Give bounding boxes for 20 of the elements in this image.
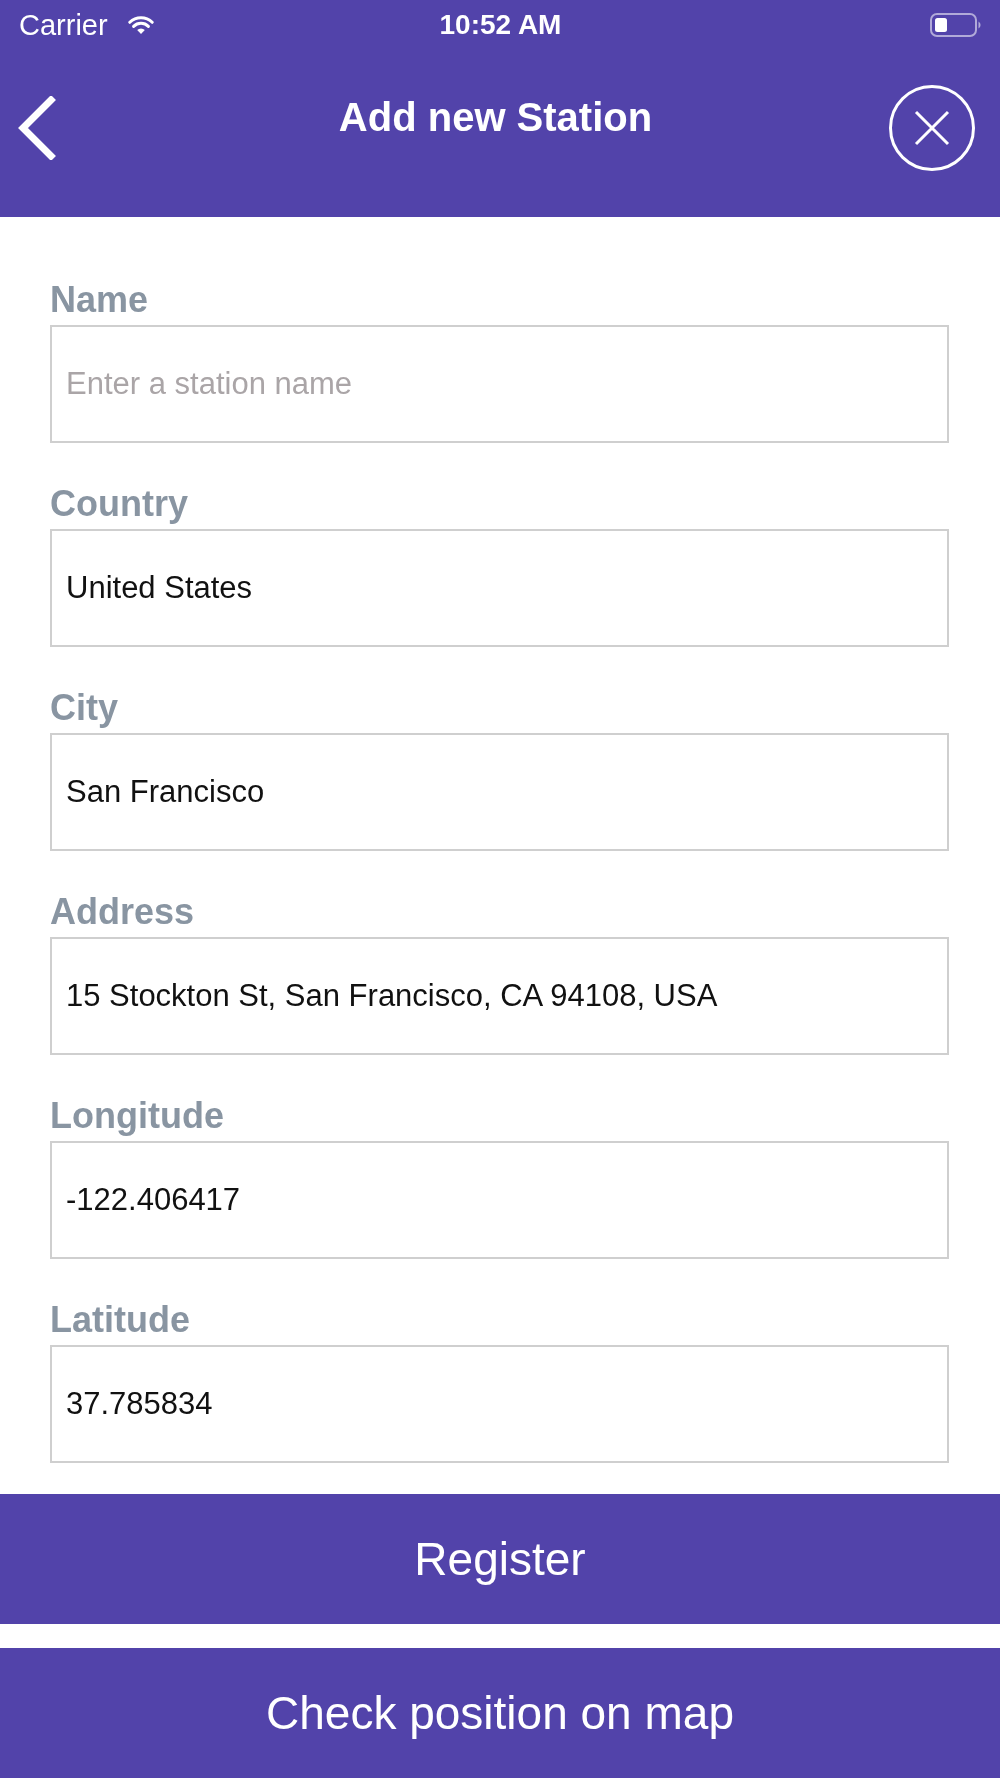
field-label: Latitude <box>50 1303 190 1337</box>
text-field[interactable]: 15 Stockton St, San Francisco, CA 94108, USA <box>50 937 949 1055</box>
battery-icon <box>930 13 982 37</box>
screen-title: Add new Station <box>338 94 653 141</box>
carrier-label: Carrier <box>19 8 108 42</box>
field-label: Name <box>50 283 149 317</box>
field-label: Address <box>50 895 195 929</box>
text-field[interactable]: United States <box>50 529 949 647</box>
close-icon <box>889 85 975 171</box>
action-button[interactable]: Register <box>0 1494 1000 1624</box>
text-field[interactable]: Enter a station name <box>50 325 949 443</box>
chevron-left-icon <box>16 96 56 160</box>
text-field[interactable]: San Francisco <box>50 733 949 851</box>
status-time: 10:52 AM <box>439 8 562 42</box>
action-button[interactable]: Check position on map <box>0 1648 1000 1778</box>
back-button[interactable] <box>16 96 56 160</box>
text-field[interactable]: -122.406417 <box>50 1141 949 1259</box>
text-field[interactable]: 37.785834 <box>50 1345 949 1463</box>
wifi-icon <box>127 15 154 35</box>
close-button[interactable] <box>889 85 975 171</box>
